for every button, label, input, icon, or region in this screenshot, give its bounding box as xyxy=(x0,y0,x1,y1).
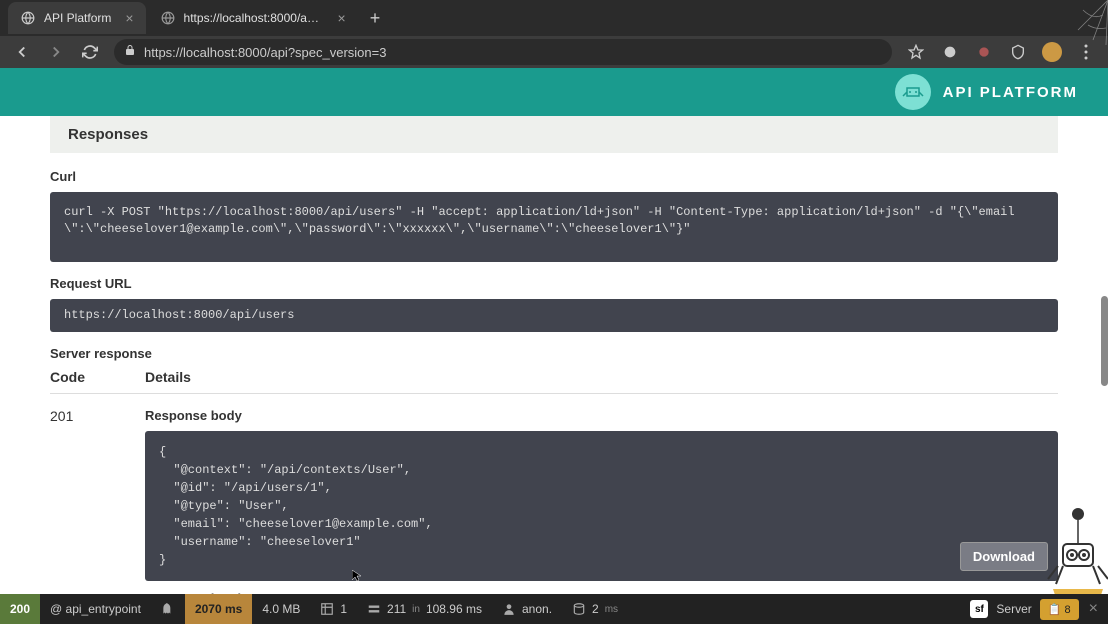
curl-label: Curl xyxy=(50,169,1058,184)
http-status[interactable]: 200 xyxy=(0,594,40,624)
memory-usage[interactable]: 4.0 MB xyxy=(252,594,310,624)
main-content: Responses Curl curl -X POST "https://loc… xyxy=(0,116,1108,594)
close-toolbar-button[interactable]: × xyxy=(1079,600,1108,618)
response-json: { "@context": "/api/contexts/User", "@id… xyxy=(159,445,433,567)
ghost-icon[interactable] xyxy=(151,594,185,624)
globe-icon xyxy=(20,10,36,26)
in-label: in xyxy=(412,604,420,615)
badge-value: 8 xyxy=(1065,604,1071,616)
details-column-header: Details xyxy=(145,369,1058,385)
status-code: 201 xyxy=(50,408,145,594)
request-count: 211 xyxy=(387,602,406,616)
curl-code[interactable]: curl -X POST "https://localhost:8000/api… xyxy=(50,192,1058,262)
query-count: 2 xyxy=(592,602,599,616)
brand-text: API PLATFORM xyxy=(943,84,1078,101)
forward-button[interactable] xyxy=(46,43,66,61)
code-column-header: Code xyxy=(50,369,145,385)
response-details: Response body { "@context": "/api/contex… xyxy=(145,408,1058,594)
symfony-icon: sf xyxy=(970,600,988,618)
address-bar: https://localhost:8000/api?spec_version=… xyxy=(0,36,1108,68)
table-row: 201 Response body { "@context": "/api/co… xyxy=(50,408,1058,594)
query-time-unit: ms xyxy=(605,604,618,615)
shield-icon[interactable] xyxy=(1008,44,1028,60)
url-text: https://localhost:8000/api?spec_version=… xyxy=(144,45,882,60)
request-timing: 108.96 ms xyxy=(426,602,482,616)
spider-web-decoration xyxy=(1038,0,1108,60)
globe-icon xyxy=(160,10,176,26)
user-info[interactable]: anon. xyxy=(492,594,562,624)
extension-icon[interactable] xyxy=(940,44,960,60)
browser-chrome: API Platform × https://localhost:8000/ap… xyxy=(0,0,1108,68)
badge-count[interactable]: 📋 8 xyxy=(1040,599,1079,620)
browser-tab-active[interactable]: API Platform × xyxy=(8,2,146,34)
extension-icon-2[interactable] xyxy=(974,44,994,60)
close-icon[interactable]: × xyxy=(125,10,133,26)
app-banner: API PLATFORM xyxy=(0,68,1108,116)
url-input[interactable]: https://localhost:8000/api?spec_version=… xyxy=(114,39,892,65)
reload-button[interactable] xyxy=(80,44,100,60)
tab-title: API Platform xyxy=(44,11,111,25)
browser-tab[interactable]: https://localhost:8000/api/doc × xyxy=(148,2,358,34)
forms-icon[interactable]: 1 xyxy=(310,594,357,624)
table-header-row: Code Details xyxy=(50,369,1058,394)
close-icon[interactable]: × xyxy=(338,10,346,26)
scrollbar[interactable] xyxy=(1101,296,1108,386)
star-icon[interactable] xyxy=(906,44,926,60)
lock-icon xyxy=(124,43,136,61)
responses-heading: Responses xyxy=(50,116,1058,153)
request-time[interactable]: 2070 ms xyxy=(185,594,252,624)
mascot-decoration xyxy=(1038,494,1108,594)
server-label: Server xyxy=(996,602,1031,616)
db-queries[interactable]: 2 ms xyxy=(562,594,628,624)
route-name[interactable]: @ api_entrypoint xyxy=(40,594,151,624)
server-response-label: Server response xyxy=(50,346,1058,361)
response-table: Code Details 201 Response body { "@conte… xyxy=(50,369,1058,594)
ajax-requests[interactable]: 211 in 108.96 ms xyxy=(357,594,492,624)
server-info[interactable]: sf Server 📋 8 xyxy=(970,599,1078,620)
request-url-code[interactable]: https://localhost:8000/api/users xyxy=(50,299,1058,332)
tab-title: https://localhost:8000/api/doc xyxy=(184,11,324,25)
debug-toolbar: 200 @ api_entrypoint 2070 ms 4.0 MB 1 21… xyxy=(0,594,1108,624)
back-button[interactable] xyxy=(12,43,32,61)
request-url-label: Request URL xyxy=(50,276,1058,291)
download-button[interactable]: Download xyxy=(960,542,1048,571)
response-body-label: Response body xyxy=(145,408,1058,423)
username: anon. xyxy=(522,602,552,616)
tab-bar: API Platform × https://localhost:8000/ap… xyxy=(0,0,1108,36)
response-body-code[interactable]: { "@context": "/api/contexts/User", "@id… xyxy=(145,431,1058,581)
new-tab-button[interactable]: + xyxy=(360,8,391,29)
brand-logo-icon xyxy=(895,74,931,110)
form-count: 1 xyxy=(340,602,347,616)
brand[interactable]: API PLATFORM xyxy=(895,74,1078,110)
